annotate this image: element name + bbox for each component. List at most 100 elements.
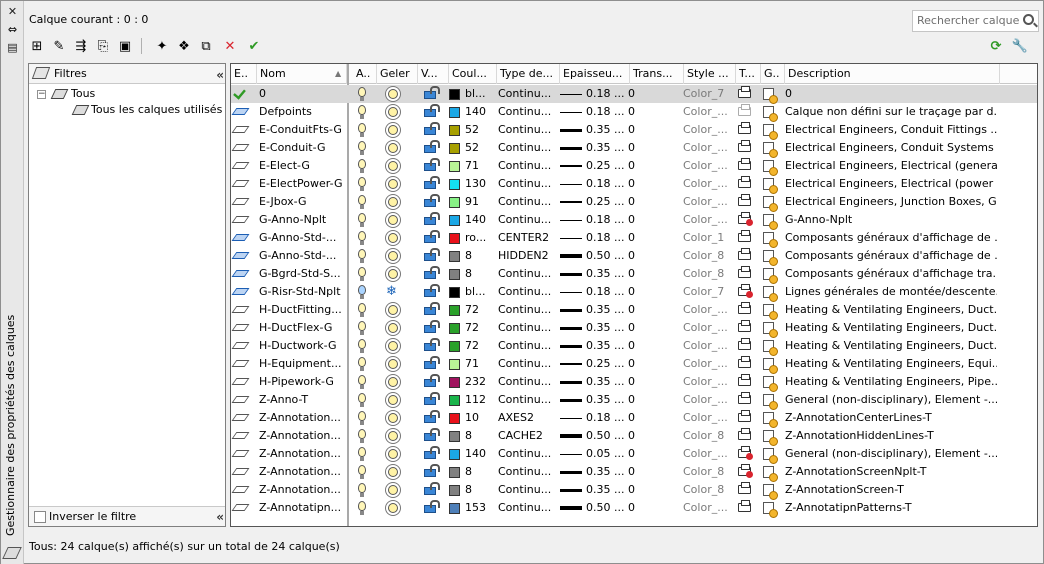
color-label[interactable]: 140: [465, 445, 495, 463]
lineweight-label[interactable]: 0.25 ...: [586, 157, 628, 175]
color-swatch[interactable]: [449, 233, 460, 244]
new-viewport-freeze-icon[interactable]: [763, 88, 778, 104]
collapse-toggle-icon[interactable]: −: [37, 90, 46, 99]
color-label[interactable]: 52: [465, 121, 495, 139]
new-viewport-freeze-icon[interactable]: [763, 340, 778, 356]
layer-states-manager-icon[interactable]: ⎘: [94, 37, 112, 55]
linetype[interactable]: Continu...: [498, 157, 558, 175]
color-swatch[interactable]: [449, 197, 460, 208]
printer-icon[interactable]: [738, 104, 751, 116]
lightbulb-icon[interactable]: [358, 357, 366, 371]
layer-name[interactable]: H-Ductwork-G: [259, 337, 345, 355]
layer-description[interactable]: Composants généraux d'affichage tra...: [785, 265, 997, 283]
unlock-icon[interactable]: [424, 158, 440, 171]
delete-layer-icon[interactable]: ⧉: [197, 37, 215, 55]
lightbulb-icon[interactable]: [358, 159, 366, 173]
printer-icon[interactable]: [738, 374, 751, 386]
color-swatch[interactable]: [449, 251, 460, 262]
unlock-icon[interactable]: [424, 140, 440, 153]
printer-icon[interactable]: [738, 212, 753, 226]
color-swatch[interactable]: [449, 269, 460, 280]
lightbulb-icon[interactable]: [358, 105, 366, 119]
table-row[interactable]: E-Jbox-G 91 Continu... 0.25 ... 0 Color_... El…: [231, 193, 1037, 212]
save-icon[interactable]: ▣: [116, 37, 134, 55]
transparency[interactable]: 0: [628, 409, 668, 427]
lineweight-label[interactable]: 0.35 ...: [586, 337, 628, 355]
printer-icon[interactable]: [738, 302, 751, 314]
lineweight-label[interactable]: 0.25 ...: [586, 355, 628, 373]
color-label[interactable]: 153: [465, 499, 495, 517]
table-row[interactable]: Z-Annotation... 8 CACHE2 0.50 ... 0 Color_8 Z-…: [231, 427, 1037, 446]
transparency[interactable]: 0: [628, 301, 668, 319]
sun-icon[interactable]: [388, 503, 398, 513]
new-viewport-freeze-icon[interactable]: [763, 322, 778, 338]
color-swatch[interactable]: [449, 377, 460, 388]
linetype[interactable]: CENTER2: [498, 229, 558, 247]
new-viewport-freeze-icon[interactable]: [763, 466, 778, 482]
new-viewport-freeze-icon[interactable]: [763, 394, 778, 410]
layer-name[interactable]: Z-Annotation...: [259, 445, 345, 463]
unlock-icon[interactable]: [424, 86, 440, 99]
printer-icon[interactable]: [738, 248, 751, 260]
printer-icon[interactable]: [738, 284, 753, 298]
sun-icon[interactable]: [388, 377, 398, 387]
layer-description[interactable]: Heating & Ventilating Engineers, Equi...: [785, 355, 997, 373]
transparency[interactable]: 0: [628, 247, 668, 265]
unlock-icon[interactable]: [424, 320, 440, 333]
color-swatch[interactable]: [449, 305, 460, 316]
lightbulb-icon[interactable]: [358, 375, 366, 389]
sun-icon[interactable]: [388, 467, 398, 477]
linetype[interactable]: Continu...: [498, 445, 558, 463]
column-header-12[interactable]: Description: [785, 64, 1000, 84]
new-viewport-freeze-icon[interactable]: [763, 196, 778, 212]
table-row[interactable]: G-Risr-Std-Nplt ❄ bl... Continu... 0.18 ... 0…: [231, 283, 1037, 302]
sun-icon[interactable]: [388, 215, 398, 225]
linetype[interactable]: Continu...: [498, 319, 558, 337]
color-label[interactable]: 130: [465, 175, 495, 193]
column-header-10[interactable]: T...: [736, 64, 761, 84]
linetype[interactable]: Continu...: [498, 301, 558, 319]
transparency[interactable]: 0: [628, 229, 668, 247]
lineweight-label[interactable]: 0.35 ...: [586, 121, 628, 139]
transparency[interactable]: 0: [628, 463, 668, 481]
set-current-icon[interactable]: ✔: [245, 37, 263, 55]
color-swatch[interactable]: [449, 323, 460, 334]
new-layer-icon[interactable]: ✦: [153, 37, 171, 55]
refresh-icon[interactable]: ⟳: [987, 37, 1005, 55]
layer-name[interactable]: Z-Anno-T: [259, 391, 345, 409]
layer-description[interactable]: Heating & Ventilating Engineers, Duct...: [785, 301, 997, 319]
transparency[interactable]: 0: [628, 337, 668, 355]
linetype[interactable]: Continu...: [498, 337, 558, 355]
color-label[interactable]: bl...: [465, 85, 495, 103]
layer-name[interactable]: Z-Annotation...: [259, 481, 345, 499]
transparency[interactable]: 0: [628, 319, 668, 337]
printer-icon[interactable]: [738, 122, 751, 134]
linetype[interactable]: Continu...: [498, 139, 558, 157]
sun-icon[interactable]: [388, 449, 398, 459]
layer-description[interactable]: G-Anno-Nplt: [785, 211, 997, 229]
color-label[interactable]: 52: [465, 139, 495, 157]
sun-icon[interactable]: [388, 197, 398, 207]
sun-icon[interactable]: [388, 359, 398, 369]
layer-description[interactable]: Composants généraux d'affichage de ...: [785, 247, 997, 265]
color-swatch[interactable]: [449, 215, 460, 226]
printer-icon[interactable]: [738, 140, 751, 152]
new-viewport-freeze-icon[interactable]: [763, 358, 778, 374]
printer-icon[interactable]: [738, 410, 751, 422]
transparency[interactable]: 0: [628, 265, 668, 283]
printer-icon[interactable]: [738, 194, 751, 206]
lightbulb-icon[interactable]: [358, 429, 366, 443]
unlock-icon[interactable]: [424, 248, 440, 261]
new-viewport-freeze-icon[interactable]: [763, 286, 778, 302]
new-viewport-freeze-icon[interactable]: [763, 214, 778, 230]
layer-name[interactable]: H-Equipment...: [259, 355, 345, 373]
unlock-icon[interactable]: [424, 176, 440, 189]
sun-icon[interactable]: [388, 269, 398, 279]
lineweight-label[interactable]: 0.18 ...: [586, 103, 628, 121]
layer-description[interactable]: Electrical Engineers, Conduit Systems ..…: [785, 139, 997, 157]
linetype[interactable]: Continu...: [498, 355, 558, 373]
color-swatch[interactable]: [449, 341, 460, 352]
sun-icon[interactable]: [388, 395, 398, 405]
column-header-1[interactable]: Nom: [257, 64, 347, 84]
printer-icon[interactable]: [738, 356, 751, 368]
